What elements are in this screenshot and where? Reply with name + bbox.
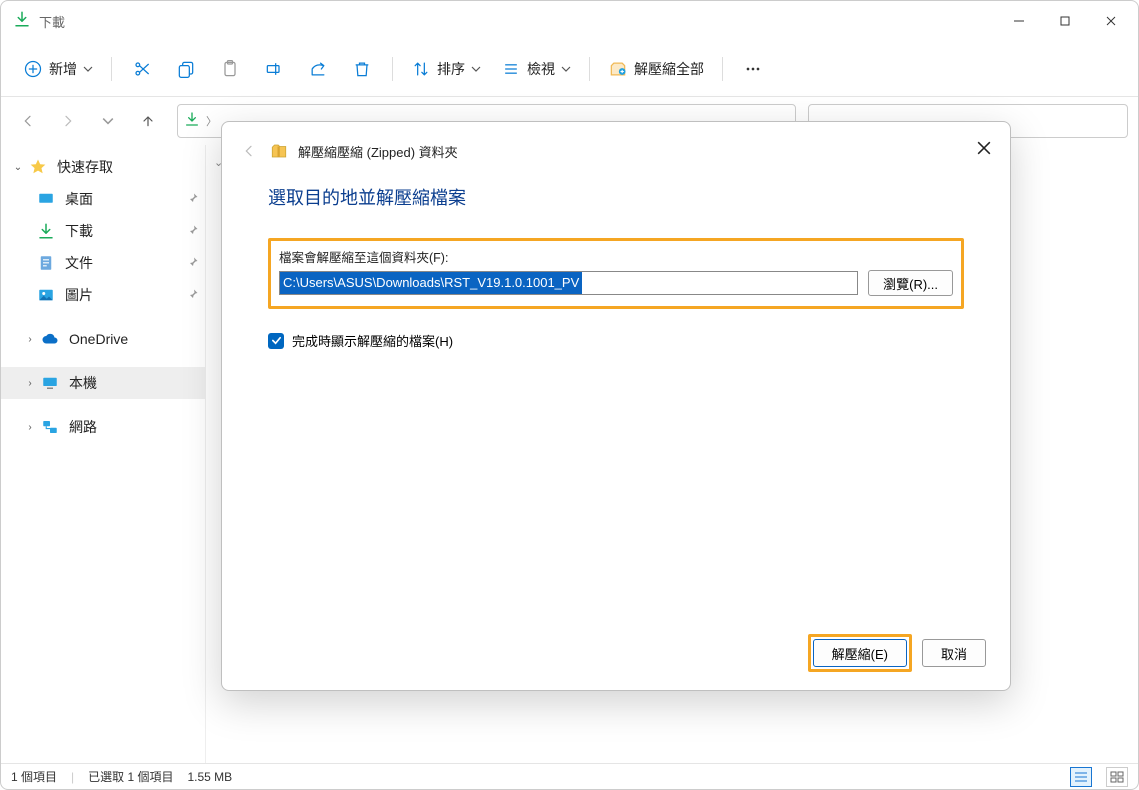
destination-label: 檔案會解壓縮至這個資料夾(F): bbox=[279, 247, 953, 266]
show-files-checkbox-row[interactable]: 完成時顯示解壓縮的檔案(H) bbox=[268, 331, 964, 350]
wizard-back-button[interactable] bbox=[238, 140, 260, 162]
checkbox-checked-icon bbox=[268, 333, 284, 349]
cancel-button[interactable]: 取消 bbox=[922, 639, 986, 667]
destination-value: C:\Users\ASUS\Downloads\RST_V19.1.0.1001… bbox=[280, 272, 582, 294]
extract-button[interactable]: 解壓縮(E) bbox=[813, 639, 907, 667]
dialog-heading: 選取目的地並解壓縮檔案 bbox=[268, 184, 964, 210]
dialog-overlay: 解壓縮壓縮 (Zipped) 資料夾 選取目的地並解壓縮檔案 檔案會解壓縮至這個… bbox=[1, 1, 1138, 789]
dialog-footer: 解壓縮(E) 取消 bbox=[222, 622, 1010, 690]
dialog-close-button[interactable] bbox=[968, 132, 1000, 164]
browse-button[interactable]: 瀏覽(R)... bbox=[868, 270, 953, 296]
show-files-label: 完成時顯示解壓縮的檔案(H) bbox=[292, 331, 453, 350]
wizard-title: 解壓縮壓縮 (Zipped) 資料夾 bbox=[298, 142, 458, 161]
dialog-header: 解壓縮壓縮 (Zipped) 資料夾 bbox=[222, 122, 1010, 170]
destination-field[interactable]: C:\Users\ASUS\Downloads\RST_V19.1.0.1001… bbox=[279, 271, 858, 295]
dialog-body: 選取目的地並解壓縮檔案 檔案會解壓縮至這個資料夾(F): C:\Users\AS… bbox=[222, 170, 1010, 622]
extract-wizard-dialog: 解壓縮壓縮 (Zipped) 資料夾 選取目的地並解壓縮檔案 檔案會解壓縮至這個… bbox=[221, 121, 1011, 691]
destination-highlight: 檔案會解壓縮至這個資料夾(F): C:\Users\ASUS\Downloads… bbox=[268, 238, 964, 309]
extract-highlight: 解壓縮(E) bbox=[808, 634, 912, 672]
zip-folder-icon bbox=[270, 142, 288, 160]
